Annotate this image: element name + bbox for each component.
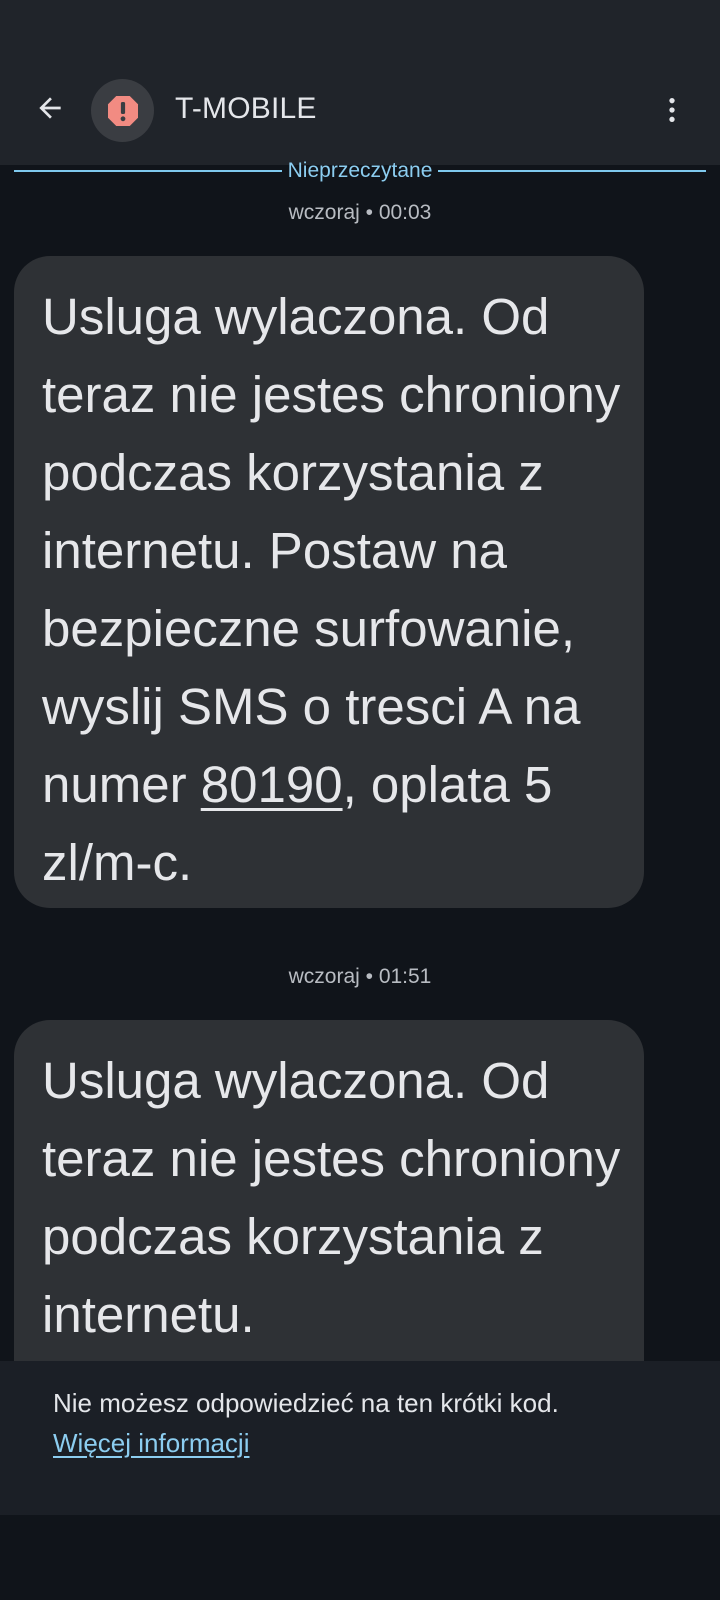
unread-divider-label: Nieprzeczytane xyxy=(287,159,433,182)
reply-unavailable-notice: Nie możesz odpowiedzieć na ten krótki ko… xyxy=(53,1388,559,1418)
phone-number-link[interactable]: 80190 xyxy=(201,756,343,813)
more-vertical-icon xyxy=(669,98,675,122)
messages-screen: T-MOBILE Nieprzeczytane wczoraj • 00:03 … xyxy=(0,0,720,1600)
message-timestamp: wczoraj • 01:51 xyxy=(288,965,432,988)
avatar[interactable] xyxy=(91,79,154,142)
message-timestamp: wczoraj • 00:03 xyxy=(288,201,432,224)
more-info-link[interactable]: Więcej informacji xyxy=(53,1423,250,1463)
alert-octagon-icon xyxy=(107,95,138,126)
reply-unavailable-banner: Nie możesz odpowiedzieć na ten krótki ko… xyxy=(0,1361,720,1515)
message-bubble[interactable]: Usluga wylaczona. Od teraz nie jestes ch… xyxy=(14,256,644,908)
message-text: Usluga wylaczona. Od teraz nie jestes ch… xyxy=(42,1042,624,1354)
message-text-part: Usluga wylaczona. Od teraz nie jestes ch… xyxy=(42,288,621,813)
back-button[interactable] xyxy=(26,84,74,132)
divider-line xyxy=(14,170,282,172)
message-text: Usluga wylaczona. Od teraz nie jestes ch… xyxy=(42,278,624,902)
message-text-part: Usluga wylaczona. Od teraz nie jestes ch… xyxy=(42,1052,621,1343)
arrow-left-icon xyxy=(39,97,61,119)
more-options-button[interactable] xyxy=(648,86,696,134)
contact-name[interactable]: T-MOBILE xyxy=(175,89,317,129)
unread-divider: Nieprzeczytane xyxy=(14,158,707,184)
divider-line xyxy=(438,170,707,172)
conversation-header: T-MOBILE xyxy=(0,0,720,165)
